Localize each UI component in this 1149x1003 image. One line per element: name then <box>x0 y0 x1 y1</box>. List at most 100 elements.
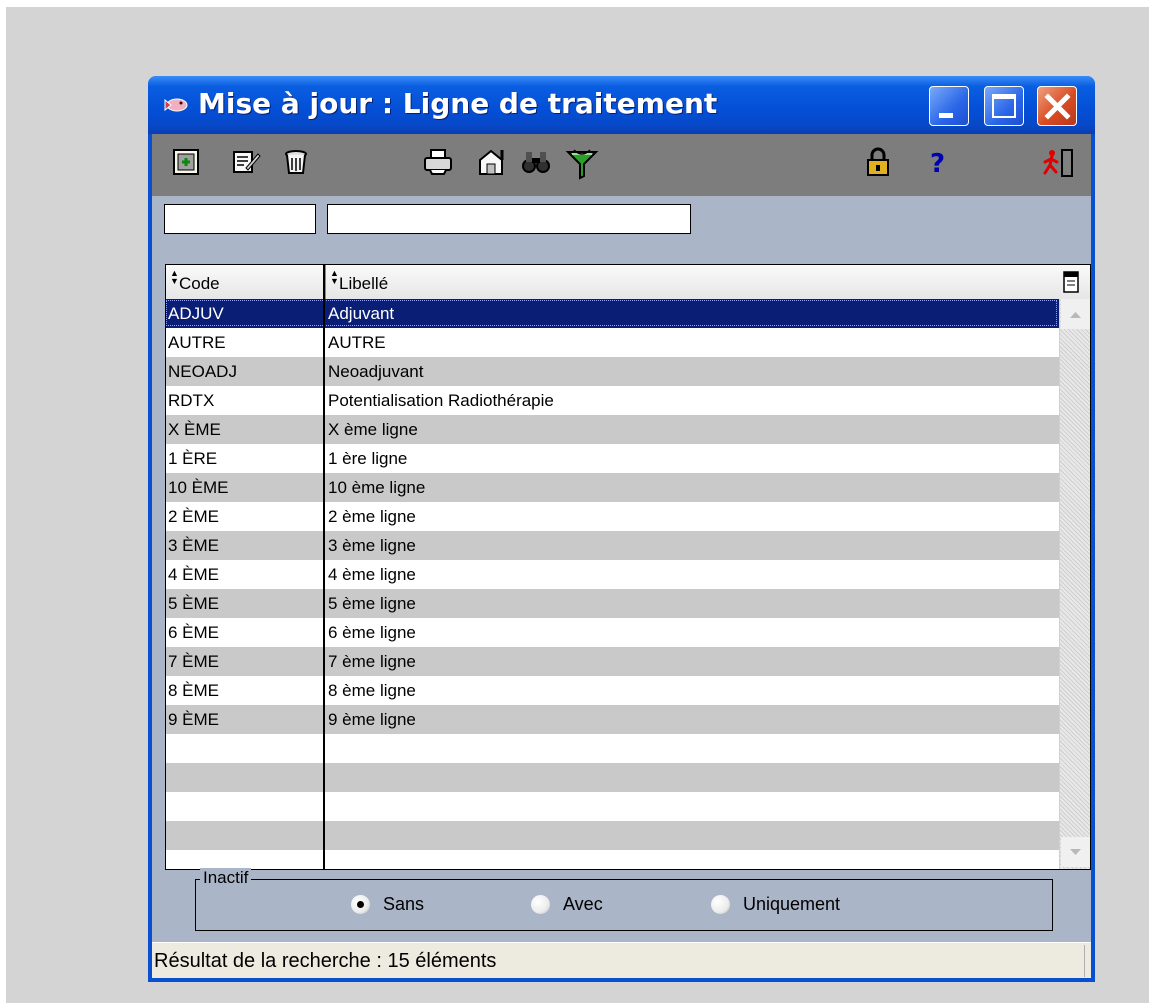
toolbar: ? <box>152 134 1091 196</box>
edit-record-button[interactable] <box>230 146 266 182</box>
close-icon <box>1044 93 1071 120</box>
print-icon <box>424 149 452 175</box>
status-bar: Résultat de la recherche : 15 éléments <box>152 942 1091 978</box>
print-button[interactable] <box>422 146 458 182</box>
cell-code: 5 ÈME <box>168 594 220 613</box>
cell-libelle: 10 ème ligne <box>328 478 426 497</box>
table-row[interactable]: X ÈME X ème ligne <box>166 415 1059 444</box>
cell-libelle: Adjuvant <box>328 304 395 323</box>
code-filter-input[interactable] <box>164 204 316 234</box>
results-grid: ▲ ▼ Code ▲ ▼ Libellé ADJUV Adjuvant AUTRE AUT… <box>165 264 1091 870</box>
edit-record-icon <box>233 151 261 173</box>
delete-record-button[interactable] <box>280 146 316 182</box>
table-row[interactable]: 3 ÈME 3 ème ligne <box>166 531 1059 560</box>
lock-button[interactable] <box>862 146 898 182</box>
table-row[interactable]: AUTRE AUTRE <box>166 328 1059 357</box>
radio-uniquement-indicator <box>711 895 730 914</box>
minimize-button[interactable] <box>929 86 969 126</box>
column-header-code[interactable]: ▲ ▼ Code <box>166 265 323 299</box>
maximize-icon <box>992 94 1016 118</box>
close-button[interactable] <box>1037 86 1077 126</box>
inactif-label: Inactif <box>200 868 252 888</box>
delete-record-icon <box>285 150 307 174</box>
cell-libelle: 6 ème ligne <box>328 623 416 642</box>
cell-code: NEOADJ <box>168 362 237 381</box>
cell-code: 2 ÈME <box>168 507 220 526</box>
table-row[interactable]: 1 ÈRE 1 ère ligne <box>166 444 1059 473</box>
cell-libelle: X ème ligne <box>328 420 418 439</box>
help-button[interactable]: ? <box>922 146 958 182</box>
empty-table-row <box>166 734 1059 763</box>
table-row[interactable]: RDTX Potentialisation Radiothérapie <box>166 386 1059 415</box>
radio-avec-indicator <box>531 895 550 914</box>
scroll-down-button[interactable] <box>1061 837 1090 867</box>
properties-icon <box>479 149 504 175</box>
cell-code: RDTX <box>168 391 215 410</box>
vertical-scrollbar[interactable] <box>1059 299 1090 869</box>
cell-code: 6 ÈME <box>168 623 220 642</box>
table-row[interactable]: 9 ÈME 9 ème ligne <box>166 705 1059 734</box>
cell-libelle: 2 ème ligne <box>328 507 416 526</box>
cell-libelle: 8 ème ligne <box>328 681 416 700</box>
arrow-down-icon <box>1070 849 1081 855</box>
sort-arrows-icon: ▲ ▼ <box>330 268 339 286</box>
app-icon <box>164 98 188 112</box>
cell-libelle: AUTRE <box>328 333 386 352</box>
table-row[interactable]: 6 ÈME 6 ème ligne <box>166 618 1059 647</box>
cell-libelle: Neoadjuvant <box>328 362 424 381</box>
search-button[interactable] <box>520 146 556 182</box>
table-row[interactable]: NEOADJ Neoadjuvant <box>166 357 1059 386</box>
row-focus-outline <box>166 300 1057 326</box>
column-header-libelle-label: Libellé <box>339 274 389 293</box>
title-bar[interactable]: Mise à jour : Ligne de traitement <box>148 76 1095 134</box>
lock-icon <box>867 147 889 176</box>
table-row[interactable]: ADJUV Adjuvant <box>166 299 1059 328</box>
cell-libelle: 9 ème ligne <box>328 710 416 729</box>
radio-avec-label: Avec <box>563 894 603 914</box>
empty-table-row <box>166 821 1059 850</box>
cell-libelle: 4 ème ligne <box>328 565 416 584</box>
window-title: Mise à jour : Ligne de traitement <box>198 87 718 120</box>
table-row[interactable]: 10 ÈME 10 ème ligne <box>166 473 1059 502</box>
sort-arrows-icon: ▲ ▼ <box>170 268 179 286</box>
properties-button[interactable] <box>477 146 513 182</box>
column-options-button[interactable] <box>1059 269 1083 299</box>
table-row[interactable]: 7 ÈME 7 ème ligne <box>166 647 1059 676</box>
cell-code: 4 ÈME <box>168 565 220 584</box>
add-record-icon <box>173 149 199 175</box>
libelle-filter-input[interactable] <box>327 204 691 234</box>
cell-libelle: 3 ème ligne <box>328 536 416 555</box>
table-row[interactable]: 2 ÈME 2 ème ligne <box>166 502 1059 531</box>
cell-code: AUTRE <box>168 333 226 352</box>
status-text: Résultat de la recherche : 15 éléments <box>154 950 497 972</box>
empty-table-row <box>166 763 1059 792</box>
inactif-groupbox: Inactif Sans Avec Uniquement <box>195 868 1053 931</box>
cell-libelle: 7 ème ligne <box>328 652 416 671</box>
column-header-libelle[interactable]: ▲ ▼ Libellé <box>325 265 1059 299</box>
exit-button[interactable] <box>1042 146 1078 182</box>
grid-header: ▲ ▼ Code ▲ ▼ Libellé <box>166 265 1090 300</box>
table-row[interactable]: 5 ÈME 5 ème ligne <box>166 589 1059 618</box>
arrow-up-icon <box>1070 312 1081 318</box>
cell-libelle: 5 ème ligne <box>328 594 416 613</box>
scroll-up-button[interactable] <box>1061 299 1090 329</box>
cell-libelle: Potentialisation Radiothérapie <box>328 391 554 410</box>
table-row[interactable]: 8 ÈME 8 ème ligne <box>166 676 1059 705</box>
radio-sans-indicator <box>351 895 370 914</box>
cell-code: 10 ÈME <box>168 478 229 497</box>
add-record-button[interactable] <box>170 146 206 182</box>
radio-sans-label: Sans <box>383 894 425 914</box>
cell-code: X ÈME <box>168 420 221 439</box>
window-client-area: ? ▲ ▼ Code ▲ ▼ Libellé ADJUV Adjuvant AU… <box>152 134 1091 978</box>
cell-code: 9 ÈME <box>168 710 220 729</box>
filter-button[interactable] <box>564 146 600 182</box>
help-icon: ? <box>930 149 945 178</box>
table-row[interactable]: 4 ÈME 4 ème ligne <box>166 560 1059 589</box>
cell-code: 1 ÈRE <box>168 449 218 468</box>
filter-funnel-icon <box>565 149 599 180</box>
column-options-icon <box>1063 271 1079 293</box>
cell-code: 3 ÈME <box>168 536 220 555</box>
cell-libelle: 1 ère ligne <box>328 449 408 468</box>
column-divider <box>323 265 325 869</box>
maximize-button[interactable] <box>984 86 1024 126</box>
